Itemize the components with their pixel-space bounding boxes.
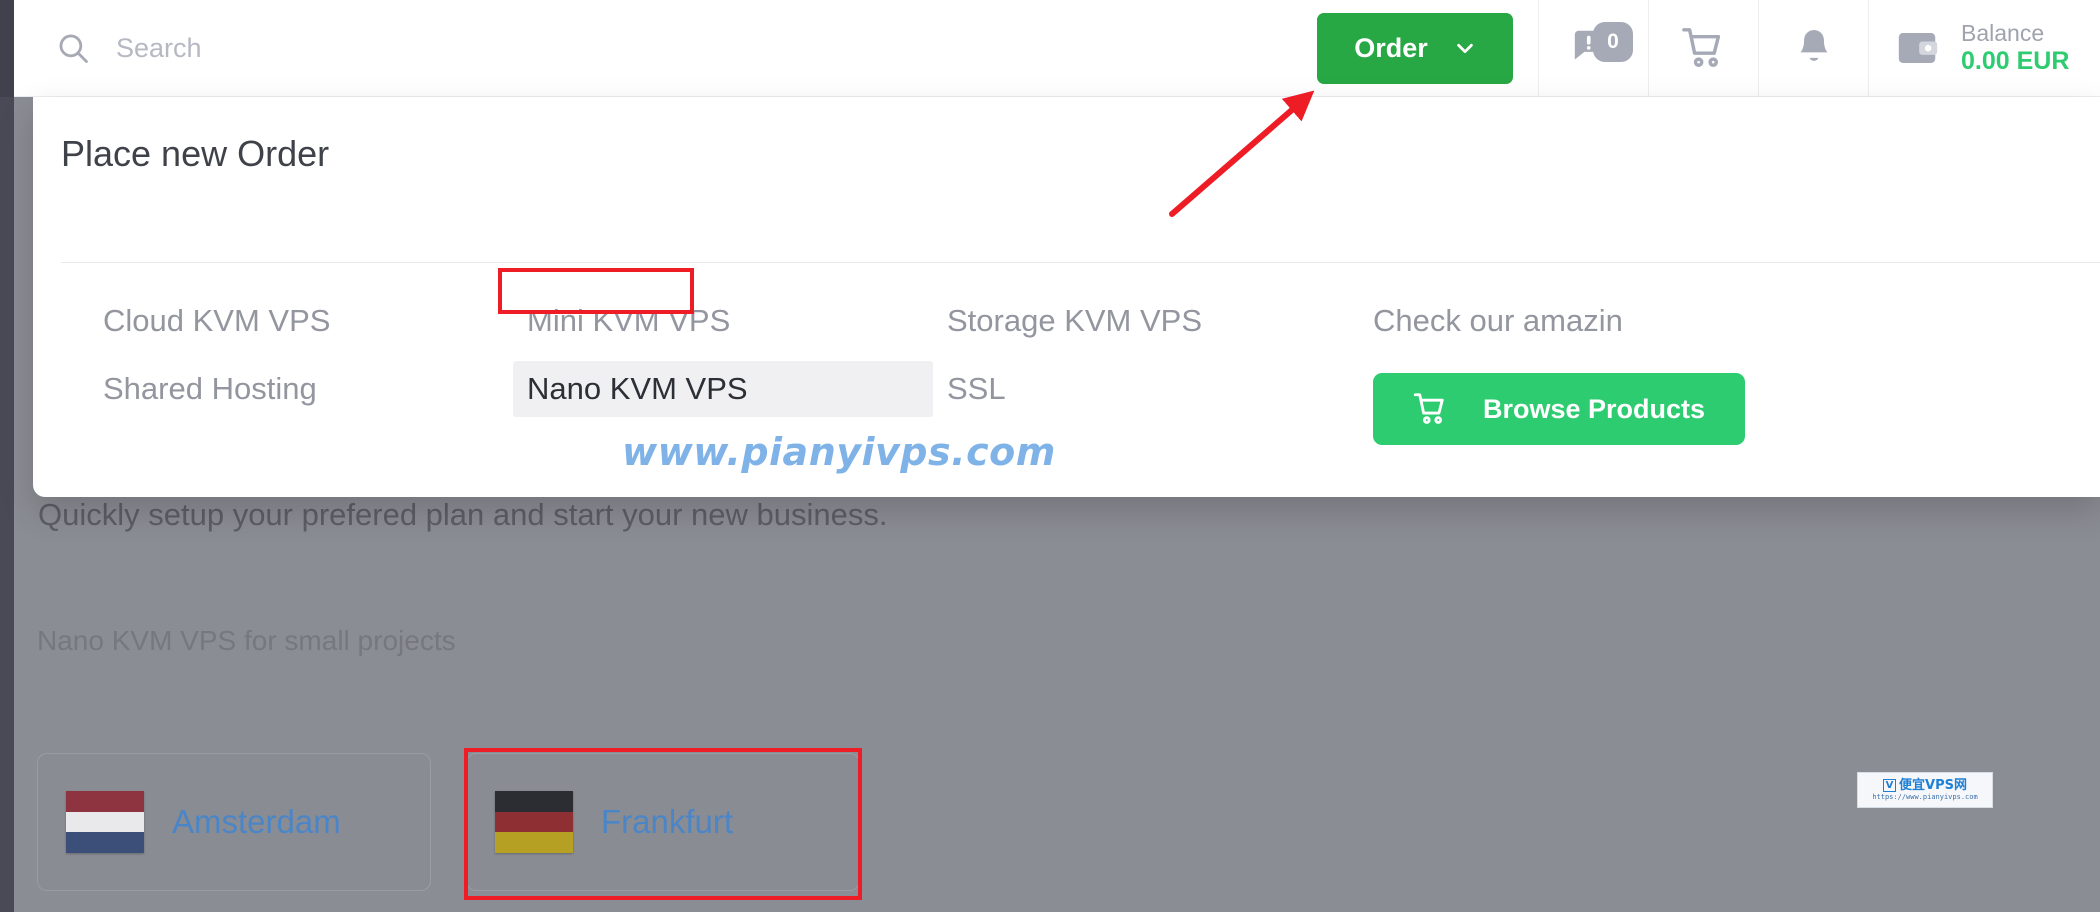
dropdown-promo: Check our amazin Browse Products: [1373, 293, 2100, 445]
sidebar-rail: [0, 0, 14, 912]
wallet-icon: [1898, 33, 1938, 63]
search-area[interactable]: [14, 0, 1317, 96]
order-dropdown-panel: Place new Order Cloud KVM VPS Shared Hos…: [33, 97, 2100, 497]
watermark-badge-url: https://www.pianyivps.com: [1872, 793, 1978, 801]
watermark-badge-name: 便宜VPS网: [1899, 778, 1967, 793]
location-name: Amsterdam: [172, 803, 341, 840]
cart-button[interactable]: [1648, 0, 1758, 97]
balance-text: Balance 0.00 EUR: [1961, 20, 2069, 75]
annotation-arrow-to-order-button: [1169, 90, 1315, 217]
netherlands-flag-icon: [66, 791, 144, 854]
watermark-logo-icon: V: [1883, 779, 1897, 792]
search-input[interactable]: [116, 32, 736, 64]
chevron-down-icon: [1456, 43, 1473, 54]
watermark-badge-row: V 便宜VPS网: [1883, 779, 1967, 792]
dropdown-item-ssl[interactable]: SSL: [933, 361, 1353, 417]
dropdown-title: Place new Order: [61, 133, 330, 174]
top-header-bar: Order 0: [14, 0, 2100, 97]
dropdown-column-3: Storage KVM VPS SSL: [933, 293, 1353, 429]
dropdown-links-grid: Cloud KVM VPS Shared Hosting Mini KVM VP…: [61, 293, 2100, 497]
screenshot-root: Quickly setup your prefered plan and sta…: [0, 0, 2100, 912]
balance-label: Balance: [1961, 20, 2045, 47]
watermark-badge: V 便宜VPS网 https://www.pianyivps.com: [1857, 772, 1993, 808]
watermark-url-text: www.pianyivps.com: [622, 430, 1056, 474]
tickets-badge: 0: [1593, 21, 1633, 62]
balance-value: 0.00 EUR: [1961, 46, 2070, 75]
shopping-cart-icon: [1413, 393, 1444, 424]
shopping-cart-icon: [1681, 28, 1720, 67]
search-icon: [59, 34, 88, 63]
page-subtitle: Quickly setup your prefered plan and sta…: [38, 497, 888, 532]
dropdown-item-storage-kvm-vps[interactable]: Storage KVM VPS: [933, 293, 1353, 349]
dropdown-column-2: Mini KVM VPS Nano KVM VPS: [513, 293, 933, 429]
germany-flag-icon: [495, 791, 573, 854]
location-card-amsterdam[interactable]: Amsterdam: [37, 753, 431, 891]
browse-products-label: Browse Products: [1483, 393, 1706, 424]
notifications-button[interactable]: [1758, 0, 1868, 97]
location-name: Frankfurt: [601, 803, 734, 840]
browse-products-button[interactable]: Browse Products: [1373, 373, 1746, 445]
page-section-label: Nano KVM VPS for small projects: [37, 625, 456, 656]
promo-text: Check our amazin: [1373, 303, 1623, 338]
location-card-frankfurt[interactable]: Frankfurt: [466, 753, 860, 891]
dropdown-item-shared-hosting[interactable]: Shared Hosting: [89, 361, 509, 417]
dropdown-item-cloud-kvm-vps[interactable]: Cloud KVM VPS: [89, 293, 509, 349]
dropdown-item-nano-kvm-vps[interactable]: Nano KVM VPS: [513, 361, 933, 417]
balance-widget[interactable]: Balance 0.00 EUR: [1868, 0, 2100, 97]
sidebar-rail-top: [0, 0, 14, 97]
bell-icon: [1799, 30, 1828, 61]
tickets-button[interactable]: 0: [1538, 0, 1648, 97]
dropdown-divider: [61, 262, 2100, 263]
dropdown-item-mini-kvm-vps[interactable]: Mini KVM VPS: [513, 293, 933, 349]
dropdown-column-1: Cloud KVM VPS Shared Hosting: [89, 293, 509, 429]
